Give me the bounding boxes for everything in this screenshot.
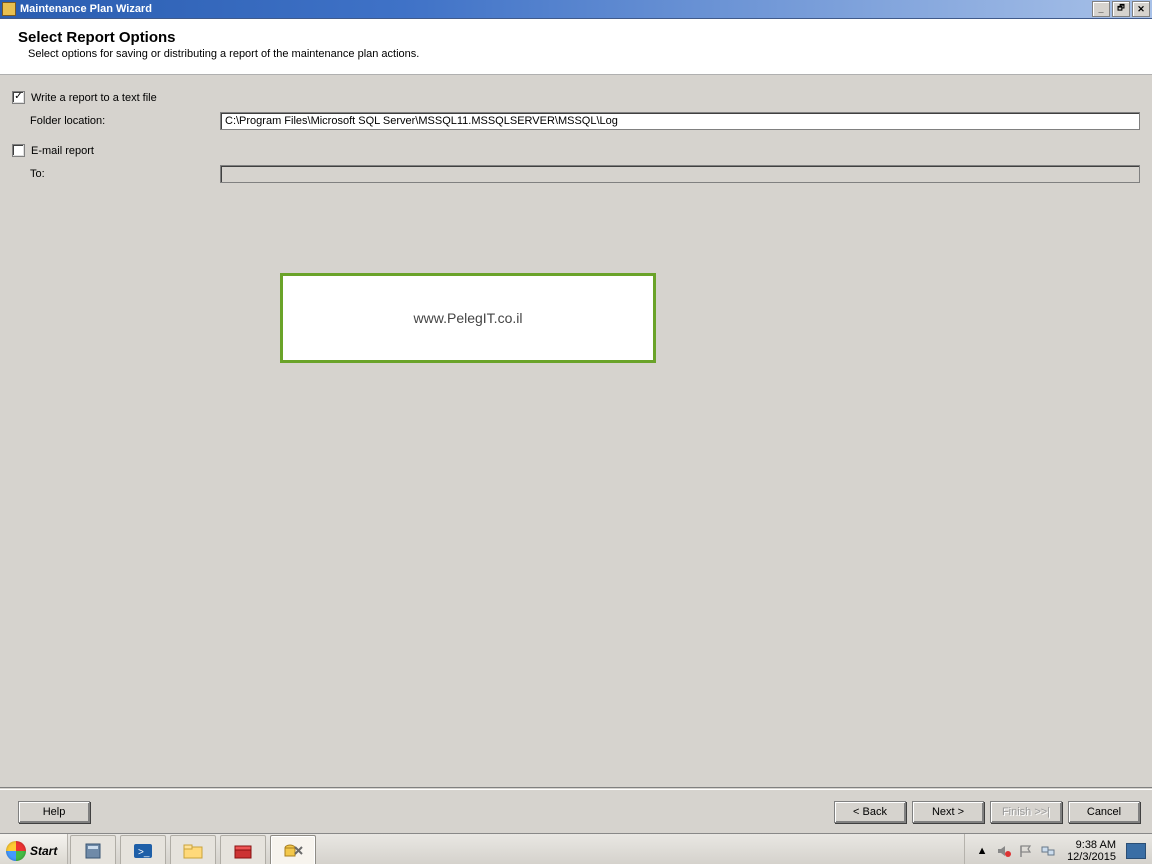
taskbar-item-powershell[interactable]: >_ [120, 835, 166, 864]
to-label: To: [30, 168, 220, 180]
start-button[interactable]: Start [0, 834, 68, 864]
tray-time-text: 9:38 AM [1067, 839, 1116, 851]
next-button[interactable]: Next > [912, 801, 984, 823]
ssms-icon [282, 841, 304, 861]
taskbar-item-ssms[interactable] [270, 835, 316, 864]
write-report-checkbox[interactable] [12, 91, 25, 104]
to-row: To: [30, 165, 1140, 183]
folder-location-row: Folder location: [30, 112, 1140, 130]
svg-text:>_: >_ [138, 847, 150, 858]
toolbox-icon [232, 841, 254, 861]
tray-flag-icon[interactable] [1018, 843, 1034, 859]
taskbar-item-toolbox[interactable] [220, 835, 266, 864]
back-button[interactable]: < Back [834, 801, 906, 823]
tray-volume-icon[interactable] [996, 843, 1012, 859]
taskbar: Start >_ ▲ [0, 833, 1152, 864]
watermark-text: www.PelegIT.co.il [414, 310, 523, 326]
taskbar-items: >_ [68, 834, 318, 864]
server-icon [82, 841, 104, 861]
app-icon [2, 2, 16, 16]
write-report-label: Write a report to a text file [31, 92, 157, 104]
window-title: Maintenance Plan Wizard [20, 3, 1090, 15]
folder-location-label: Folder location: [30, 115, 220, 127]
email-report-label: E-mail report [31, 145, 94, 157]
folder-icon [182, 841, 204, 861]
wizard-header: Select Report Options Select options for… [0, 19, 1152, 75]
page-title: Select Report Options [18, 29, 1134, 46]
minimize-button[interactable]: _ [1092, 1, 1110, 17]
folder-location-input[interactable] [220, 112, 1140, 130]
start-label: Start [30, 844, 57, 858]
tray-chevron-icon[interactable]: ▲ [974, 843, 990, 859]
cancel-button[interactable]: Cancel [1068, 801, 1140, 823]
finish-button: Finish >>| [990, 801, 1062, 823]
taskbar-item-server-manager[interactable] [70, 835, 116, 864]
window-controls: _ 🗗 ✕ [1090, 1, 1150, 17]
page-subtitle: Select options for saving or distributin… [28, 48, 1134, 60]
tray-clock[interactable]: 9:38 AM 12/3/2015 [1067, 839, 1116, 863]
show-desktop-icon[interactable] [1126, 843, 1146, 859]
powershell-icon: >_ [132, 841, 154, 861]
system-tray: ▲ 9:38 AM 12/3/2015 [964, 834, 1152, 864]
watermark-box: www.PelegIT.co.il [280, 273, 656, 363]
wizard-body: Write a report to a text file Folder loc… [0, 75, 1152, 787]
email-report-row: E-mail report [12, 144, 1140, 157]
wizard-footer: Help < Back Next > Finish >>| Cancel [0, 789, 1152, 833]
close-button[interactable]: ✕ [1132, 1, 1150, 17]
taskbar-item-explorer[interactable] [170, 835, 216, 864]
tray-date-text: 12/3/2015 [1067, 851, 1116, 863]
write-report-row: Write a report to a text file [12, 91, 1140, 104]
to-input [220, 165, 1140, 183]
help-button[interactable]: Help [18, 801, 90, 823]
email-report-checkbox[interactable] [12, 144, 25, 157]
restore-button[interactable]: 🗗 [1112, 1, 1130, 17]
title-bar: Maintenance Plan Wizard _ 🗗 ✕ [0, 0, 1152, 19]
windows-orb-icon [6, 841, 26, 861]
tray-network-icon[interactable] [1040, 843, 1056, 859]
